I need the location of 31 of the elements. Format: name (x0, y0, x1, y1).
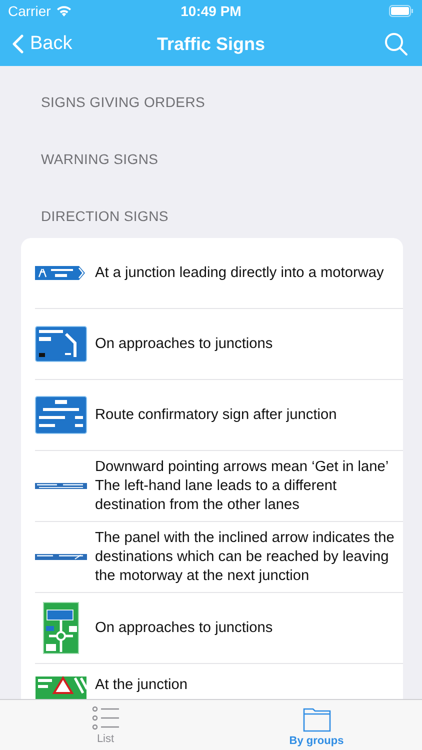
battery-icon (389, 5, 414, 17)
folder-icon (302, 706, 330, 732)
screen-title: Traffic Signs (156, 34, 266, 54)
sign-row[interactable]: Route confirmatory sign after junction (35, 380, 403, 451)
group-header[interactable]: DIRECTION SIGNS (21, 173, 401, 230)
wifi-icon (56, 5, 72, 17)
lane-sign-icon (35, 483, 87, 489)
sign-description: The panel with the inclined arrow indicates the destinations which can be reached by leaving the motorway at the next junction (95, 528, 396, 586)
sign-description: On approaches to junctions (95, 618, 274, 638)
list-icon (92, 706, 120, 730)
sign-description: At a junction leading directly into a motorway (95, 264, 385, 282)
sign-description: Route confirmatory sign after junction (95, 406, 338, 424)
motorway-sign-icon (35, 266, 87, 280)
sign-description: On approaches to junctions (95, 334, 274, 354)
group-header[interactable]: SIGNS GIVING ORDERS (21, 66, 401, 116)
junction-sign-icon (35, 326, 87, 362)
sign-description: At the junction (95, 676, 188, 695)
clock-time: 10:49 PM (180, 3, 242, 19)
sign-row[interactable]: The panel with the inclined arrow indicates the destinations which can be reached by leaving the motorway at the next junction (35, 522, 403, 593)
group-header[interactable]: WARNING SIGNS (21, 116, 401, 173)
carrier-label: Carrier (8, 3, 51, 19)
panel-sign-icon (35, 554, 87, 560)
sign-row[interactable]: On approaches to junctions (35, 309, 403, 380)
search-icon[interactable] (384, 32, 408, 56)
sign-row[interactable]: Downward pointing arrows mean ‘Get in lane’ The left-hand lane leads to a different destination from the other lanes (35, 451, 403, 522)
sign-row[interactable]: At a junction leading directly into a motorway (35, 238, 403, 309)
chevron-icon (12, 34, 24, 54)
roundabout-sign-icon (43, 602, 79, 654)
route-sign-icon (35, 396, 87, 434)
sign-description: Downward pointing arrows mean ‘Get in lane’ The left-hand lane leads to a different destination from the other lanes (95, 458, 390, 514)
sign-row[interactable]: On approaches to junctions (35, 593, 403, 664)
